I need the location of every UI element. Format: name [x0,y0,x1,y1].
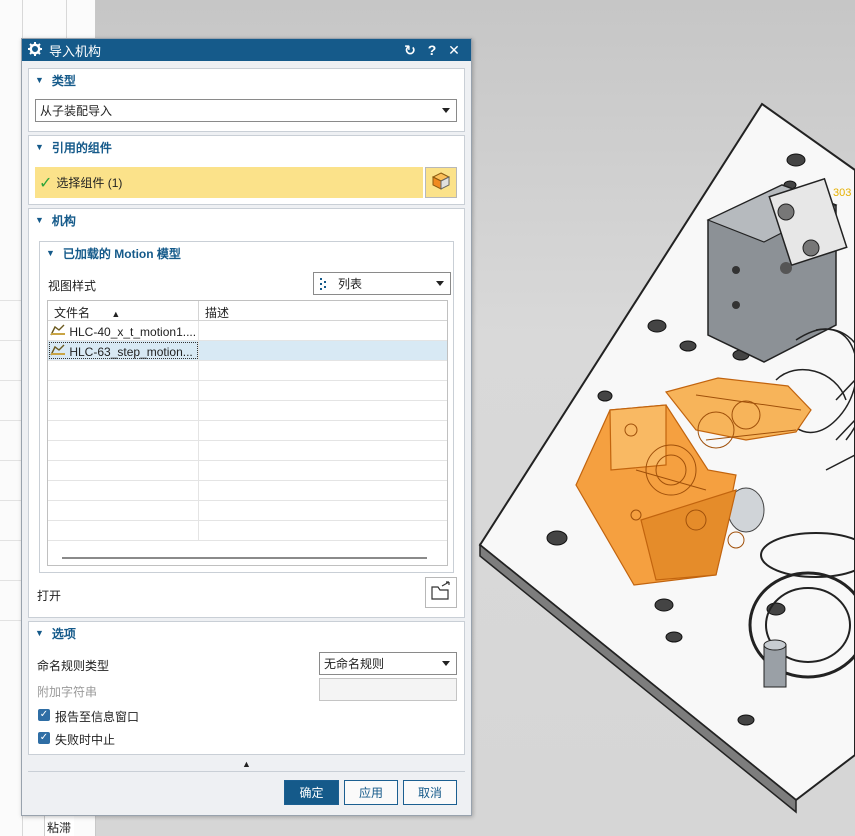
collapse-caret-icon: ▼ [35,628,44,638]
column-description[interactable]: 描述 [199,301,447,320]
cancel-button[interactable]: 取消 [403,780,457,805]
mechanism-section-title: 机构 [51,213,76,228]
edge-label: 303 [833,187,851,199]
ok-button[interactable]: 确定 [284,780,339,805]
loaded-models-header[interactable]: ▼ 已加载的 Motion 模型 [40,242,453,264]
components-section: ▼ 引用的组件 ✓ 选择组件 (1) [28,135,465,205]
type-dropdown-value: 从子装配导入 [40,104,113,118]
motion-model-icon [50,344,66,359]
collapse-caret-icon: ▼ [35,215,44,225]
options-section-title: 选项 [51,626,76,641]
select-component-row[interactable]: ✓ 选择组件 (1) [35,167,423,198]
dialog-titlebar[interactable]: 导入机构 ↻ ? ✕ [22,39,471,61]
components-section-title: 引用的组件 [51,140,112,155]
components-section-header[interactable]: ▼ 引用的组件 [29,136,464,158]
view-style-value: 列表 [338,277,363,291]
stop-on-fail-label: 失败时中止 [55,733,116,747]
help-icon[interactable]: ? [421,42,443,58]
loaded-models-subsection: ▼ 已加载的 Motion 模型 视图样式 列表 文件名 ▲ 描述 HLC-40… [39,241,454,573]
report-checkbox[interactable]: ✓ [38,709,50,721]
type-section-header[interactable]: ▼ 类型 [29,69,464,91]
dialog-title: 导入机构 [49,43,102,59]
open-folder-icon [430,581,452,604]
apply-button[interactable]: 应用 [344,780,398,805]
view-style-label: 视图样式 [48,279,97,293]
reset-icon[interactable]: ↻ [399,42,421,59]
table-header: 文件名 ▲ 描述 [48,301,447,321]
view-style-dropdown[interactable]: 列表 [313,272,451,295]
naming-rule-value: 无命名规则 [324,657,385,671]
close-icon[interactable]: ✕ [443,42,465,59]
bottom-tab[interactable]: 粘滞 [44,816,74,836]
dropdown-arrow-icon [436,281,444,286]
horizontal-scrollbar[interactable] [62,557,427,559]
append-string-label: 附加字符串 [37,685,98,699]
expand-toggle-icon[interactable]: ▲ [22,759,471,769]
mechanism-section: ▼ 机构 ▼ 已加载的 Motion 模型 视图样式 列表 文件名 ▲ 描述 H… [28,208,465,618]
gear-icon [28,41,42,59]
checkmark-icon: ✓ [39,174,53,192]
dropdown-arrow-icon [442,661,450,666]
table-row[interactable]: HLC-63_step_motion... [48,341,447,361]
type-section-title: 类型 [51,73,76,88]
mechanism-section-header[interactable]: ▼ 机构 [29,209,464,231]
stop-on-fail-checkbox[interactable]: ✓ [38,732,50,744]
append-string-input [319,678,457,701]
sort-asc-icon: ▲ [111,309,121,319]
collapse-caret-icon: ▼ [46,248,55,258]
options-section: ▼ 选项 命名规则类型 无命名规则 附加字符串 ✓ 报告至信息窗口 ✓ 失败时中… [28,621,465,755]
type-dropdown[interactable]: 从子装配导入 [35,99,457,122]
loaded-models-title: 已加载的 Motion 模型 [62,246,181,261]
select-component-label: 选择组件 (1) [56,176,123,190]
collapse-caret-icon: ▼ [35,75,44,85]
dropdown-arrow-icon [442,108,450,113]
options-section-header[interactable]: ▼ 选项 [29,622,464,644]
list-view-icon [320,278,330,293]
column-filename[interactable]: 文件名 ▲ [48,301,199,320]
motion-model-icon [50,324,66,339]
models-table: 文件名 ▲ 描述 HLC-40_x_t_motion1.... HLC-63_s… [47,300,448,566]
report-label: 报告至信息窗口 [55,710,140,724]
import-mechanism-dialog: 导入机构 ↻ ? ✕ ▼ 类型 从子装配导入 ▼ 引用的组件 ✓ 选择组件 (1… [21,38,472,816]
type-section: ▼ 类型 从子装配导入 [28,68,465,132]
cube-icon [431,171,451,194]
naming-rule-dropdown[interactable]: 无命名规则 [319,652,457,675]
collapse-caret-icon: ▼ [35,142,44,152]
table-row[interactable]: HLC-40_x_t_motion1.... [48,321,447,341]
component-select-button[interactable] [425,167,457,198]
open-file-button[interactable] [425,577,457,608]
naming-rule-label: 命名规则类型 [37,659,110,673]
open-label: 打开 [37,589,62,603]
